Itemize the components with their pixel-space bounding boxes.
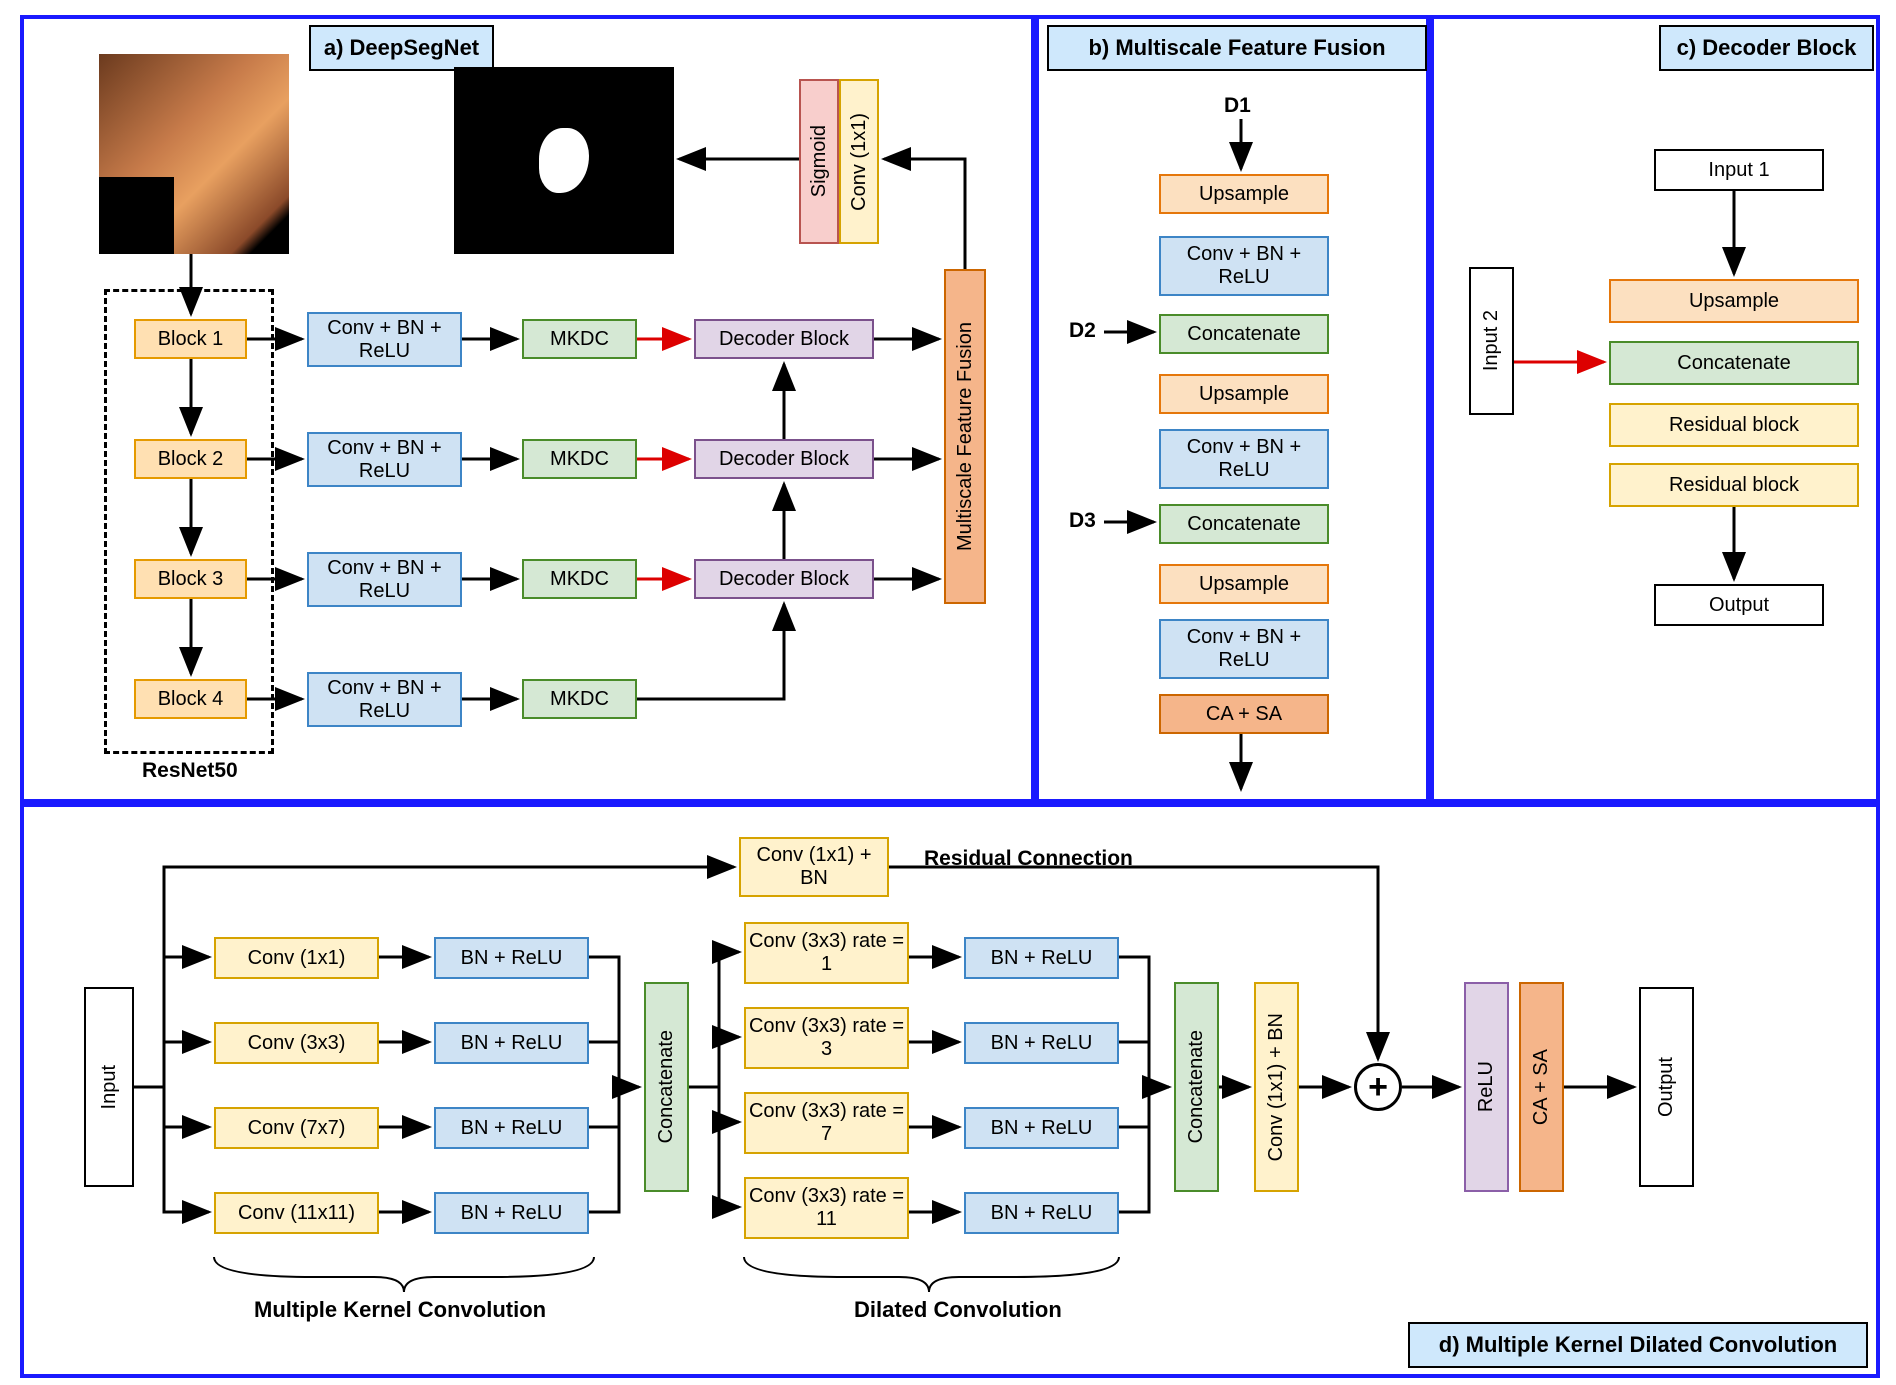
d-relu-label: ReLU [1475,1061,1498,1112]
b-upsample-1: Upsample [1159,174,1329,214]
decoder-2: Decoder Block [694,439,874,479]
d-casa: CA + SA [1519,982,1564,1192]
c-output: Output [1654,584,1824,626]
d-mkc-0: Conv (1x1) [214,937,379,979]
d-relu: ReLU [1464,982,1509,1192]
sigmoid-block: Sigmoid [799,79,839,244]
d-conv1x1bn-v: Conv (1x1) + BN [1254,982,1299,1192]
label-d3: D3 [1069,509,1096,533]
d-input: Input [84,987,134,1187]
d-conv1x1bn-v-label: Conv (1x1) + BN [1265,1013,1288,1161]
c-upsample: Upsample [1609,279,1859,323]
panel-a: a) DeepSegNet ResNet50 Block 1 Block 2 B… [20,15,1035,803]
block-1: Block 1 [134,319,247,359]
cbr-3: Conv + BN + ReLU [307,552,462,607]
mkdc-2: MKDC [522,439,637,479]
b-concat-2: Concatenate [1159,504,1329,544]
d-mkc-2: Conv (7x7) [214,1107,379,1149]
panel-c: c) Decoder Block Input 1 Input 2 Upsampl… [1430,15,1880,803]
output-mask [454,67,674,254]
c-concat: Concatenate [1609,341,1859,385]
panel-d: d) Multiple Kernel Dilated Convolution I… [20,803,1880,1378]
d-concat-1: Concatenate [644,982,689,1192]
cbr-1: Conv + BN + ReLU [307,312,462,367]
c-input2: Input 2 [1469,267,1514,415]
cbr-4: Conv + BN + ReLU [307,672,462,727]
decoder-3: Decoder Block [694,559,874,599]
panel-c-title: c) Decoder Block [1659,25,1874,71]
d-bnrelu2-2: BN + ReLU [964,1107,1119,1149]
d-dc-2: Conv (3x3) rate = 7 [744,1092,909,1154]
label-d1: D1 [1224,94,1251,118]
decoder-1: Decoder Block [694,319,874,359]
d-mkc-1: Conv (3x3) [214,1022,379,1064]
mkdc-1: MKDC [522,319,637,359]
d-output: Output [1639,987,1694,1187]
block-4: Block 4 [134,679,247,719]
d-mkc-label: Multiple Kernel Convolution [254,1297,546,1323]
d-concat-1-label: Concatenate [655,1030,678,1143]
d-bnrelu-3: BN + ReLU [434,1192,589,1234]
d-residual-label: Residual Connection [924,847,1133,871]
input-image-corner [99,177,174,254]
panel-b: b) Multiscale Feature Fusion D1 D2 D3 Up… [1035,15,1430,803]
d-dc-1: Conv (3x3) rate = 3 [744,1007,909,1069]
d-mkc-3: Conv (11x11) [214,1192,379,1234]
b-concat-1: Concatenate [1159,314,1329,354]
d-dc-3: Conv (3x3) rate = 11 [744,1177,909,1239]
block-3: Block 3 [134,559,247,599]
d-casa-label: CA + SA [1530,1049,1553,1125]
d-bnrelu2-3: BN + ReLU [964,1192,1119,1234]
c-input2-label: Input 2 [1480,310,1503,371]
b-cbr-1: Conv + BN + ReLU [1159,236,1329,296]
panel-a-title: a) DeepSegNet [309,25,494,71]
c-input1: Input 1 [1654,149,1824,191]
d-concat-2: Concatenate [1174,982,1219,1192]
d-plus: + [1354,1063,1402,1111]
d-bnrelu2-1: BN + ReLU [964,1022,1119,1064]
mff-block: Multiscale Feature Fusion [944,269,986,604]
conv1x1-label: Conv (1x1) [848,113,871,211]
label-d2: D2 [1069,319,1096,343]
sigmoid-label: Sigmoid [808,125,831,197]
d-concat-2-label: Concatenate [1185,1030,1208,1143]
mkdc-3: MKDC [522,559,637,599]
d-bnrelu2-0: BN + ReLU [964,937,1119,979]
cbr-2: Conv + BN + ReLU [307,432,462,487]
d-dc-label: Dilated Convolution [854,1297,1062,1323]
conv1x1-block: Conv (1x1) [839,79,879,244]
diagram-outer: a) DeepSegNet ResNet50 Block 1 Block 2 B… [20,15,1876,1370]
d-bnrelu-1: BN + ReLU [434,1022,589,1064]
b-cbr-2: Conv + BN + ReLU [1159,429,1329,489]
panel-d-arrows [24,807,1884,1382]
b-upsample-3: Upsample [1159,564,1329,604]
d-dc-0: Conv (3x3) rate = 1 [744,922,909,984]
d-conv1x1bn-top: Conv (1x1) + BN [739,837,889,897]
b-casa: CA + SA [1159,694,1329,734]
c-resblock-1: Residual block [1609,403,1859,447]
c-resblock-2: Residual block [1609,463,1859,507]
panel-d-title: d) Multiple Kernel Dilated Convolution [1408,1322,1868,1368]
d-output-label: Output [1655,1057,1678,1117]
resnet50-label: ResNet50 [142,759,238,783]
b-upsample-2: Upsample [1159,374,1329,414]
d-bnrelu-2: BN + ReLU [434,1107,589,1149]
b-cbr-3: Conv + BN + ReLU [1159,619,1329,679]
d-bnrelu-0: BN + ReLU [434,937,589,979]
panel-b-title: b) Multiscale Feature Fusion [1047,25,1427,71]
d-input-label: Input [98,1065,121,1109]
mkdc-4: MKDC [522,679,637,719]
mff-label: Multiscale Feature Fusion [954,322,977,551]
block-2: Block 2 [134,439,247,479]
